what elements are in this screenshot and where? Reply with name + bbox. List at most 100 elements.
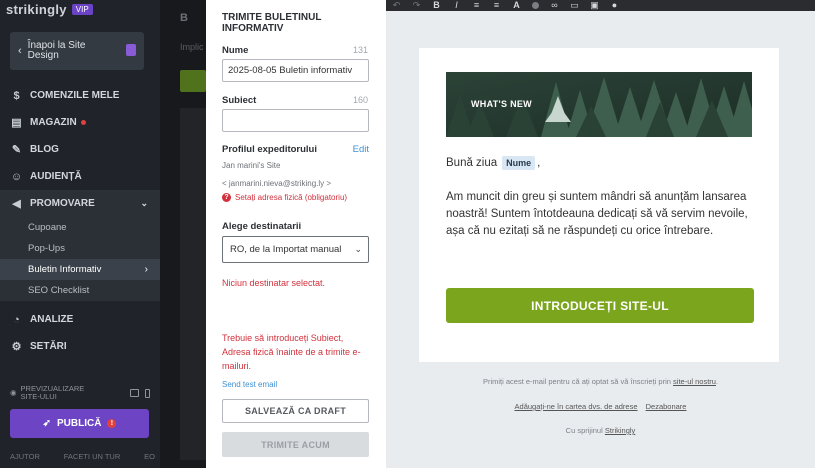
sidebar-item-label: ANALIZE: [30, 314, 74, 325]
color-picker-icon[interactable]: [532, 2, 539, 9]
footer-reason-text: Primiți acest e-mail pentru că ați optat…: [482, 377, 671, 386]
sidebar-item-magazin[interactable]: ▤ MAGAZIN: [0, 109, 160, 136]
sidebar-item-blog[interactable]: ✎ BLOG: [0, 136, 160, 163]
sidebar-item-audienta[interactable]: ☺ AUDIENȚĂ: [0, 163, 160, 190]
desktop-icon[interactable]: [130, 388, 139, 397]
editor-toolbar: ↶ ↷ B I ≡ ≡ A ∞ ▭ ▣ ●: [386, 0, 815, 11]
recipients-select[interactable]: RO, de la Importat manual ⌄: [222, 236, 369, 263]
italic-icon[interactable]: I: [452, 1, 461, 10]
backdrop-button: [180, 70, 206, 92]
chevron-down-icon: ⌄: [140, 198, 148, 208]
redo-icon[interactable]: ↷: [412, 1, 421, 10]
address-warning-text: Setați adresa fizică (obligatoriu): [235, 193, 348, 202]
sender-name: Jan marini's Site: [222, 161, 281, 170]
back-button-label: Înapoi la Site Design: [27, 40, 86, 61]
people-icon: ☺: [10, 170, 23, 183]
send-now-button[interactable]: TRIMITE ACUM: [222, 432, 369, 457]
sidebar: strikingly VIP ‹ Înapoi la Site Design $…: [0, 0, 160, 468]
button-icon[interactable]: ▭: [570, 1, 579, 10]
pen-icon: ✎: [11, 144, 22, 156]
notification-dot: [80, 120, 86, 125]
sidebar-subitem-buletin-informativ[interactable]: Buletin Informativ ›: [0, 259, 160, 280]
newsletter-send-panel: TRIMITE BULETINUL INFORMATIV Nume 131 Su…: [206, 0, 386, 468]
sidebar-item-analize[interactable]: ◔ ANALIZE: [0, 306, 160, 333]
backdrop-subtitle: Implic: [180, 42, 204, 52]
panel-title: TRIMITE BULETINUL INFORMATIV: [222, 12, 322, 34]
sender-profile-label: Profilul expeditorului: [222, 144, 318, 155]
hero-text: WHAT'S NEW: [471, 99, 532, 109]
sidebar-subitem-seo-checklist[interactable]: SEO Checklist: [0, 280, 160, 301]
unsubscribe-link[interactable]: Dezabonare: [646, 402, 687, 411]
vip-badge: VIP: [71, 3, 93, 15]
powered-by: Cu sprijinul Strikingly: [386, 426, 815, 435]
sidebar-item-setari[interactable]: ⚙ SETĂRI: [0, 333, 160, 360]
strikingly-logo: strikingly: [6, 1, 67, 17]
sidebar-subitem-label: Buletin Informativ: [28, 264, 102, 275]
help-link[interactable]: AJUTOR: [10, 452, 40, 461]
hero-image[interactable]: WHAT'S NEW: [446, 72, 752, 137]
sidebar-subitem-cupoane[interactable]: Cupoane: [0, 217, 160, 238]
greeting-line[interactable]: Bună ziua Nume ,: [446, 156, 540, 170]
chevron-left-icon: ‹: [18, 45, 22, 57]
name-input[interactable]: [222, 59, 369, 82]
undo-icon[interactable]: ↶: [392, 1, 401, 10]
edit-sender-link[interactable]: Edit: [353, 144, 369, 155]
back-to-site-design-button[interactable]: ‹ Înapoi la Site Design: [10, 32, 144, 70]
sidebar-item-comenzile-mele[interactable]: $ COMENZILE MELE: [0, 82, 160, 109]
megaphone-icon: ◀: [12, 198, 21, 210]
sidebar-item-promovare[interactable]: ◀ PROMOVARE ⌄: [0, 190, 160, 217]
backdrop-title: B: [180, 12, 188, 24]
store-icon: ▤: [11, 117, 22, 129]
align-center-icon[interactable]: ≡: [472, 1, 481, 10]
sender-email: < janmarini.nieva@striking.ly >: [222, 179, 332, 188]
add-to-address-book-link[interactable]: Adăugați-ne în cartea dvs. de adrese: [515, 402, 638, 411]
name-label: Nume: [222, 45, 249, 56]
dollar-icon: $: [13, 89, 20, 102]
powered-by-text: Cu sprijinul: [565, 426, 603, 435]
font-icon[interactable]: A: [512, 1, 521, 10]
subject-input[interactable]: [222, 109, 369, 132]
sidebar-item-label: COMENZILE MELE: [30, 90, 120, 101]
device-toggle[interactable]: [130, 388, 150, 398]
chevron-down-icon: ⌄: [354, 244, 362, 254]
chart-icon: ◔: [13, 313, 20, 326]
sidebar-item-label: BLOG: [30, 144, 59, 155]
sidebar-subitem-popups[interactable]: Pop-Ups: [0, 238, 160, 259]
footer-reason-end: .: [715, 377, 719, 386]
save-draft-button[interactable]: SALVEAZĂ CA DRAFT: [222, 399, 369, 423]
sidebar-item-label: SETĂRI: [30, 341, 67, 352]
strikingly-link[interactable]: Strikingly: [605, 426, 635, 435]
address-warning[interactable]: ? Setați adresa fizică (obligatoriu): [222, 193, 347, 202]
our-site-link[interactable]: site-ul nostru: [673, 377, 716, 386]
align-right-icon[interactable]: ≡: [492, 1, 501, 10]
preview-site-row[interactable]: ◉ PREVIZUALIZARE SITE-ULUI: [10, 385, 150, 401]
sidebar-item-label: PROMOVARE: [30, 198, 95, 209]
sidebar-item-label: AUDIENȚĂ: [30, 171, 82, 182]
sidebar-nav: $ COMENZILE MELE ▤ MAGAZIN ✎ BLOG ☺ AUDI…: [0, 82, 160, 360]
greeting-suffix: ,: [537, 157, 541, 169]
enter-site-button[interactable]: INTRODUCEȚI SITE-UL: [446, 288, 754, 323]
email-body-text[interactable]: Am muncit din greu și suntem mândri să a…: [446, 189, 756, 240]
rocket-icon: ➶: [42, 418, 51, 429]
backdrop-card: [180, 108, 206, 460]
person-icon[interactable]: ●: [610, 1, 619, 10]
chevron-right-icon: ›: [144, 264, 148, 275]
send-test-email-link[interactable]: Send test email: [222, 380, 277, 389]
email-preview: ↶ ↷ B I ≡ ≡ A ∞ ▭ ▣ ● WHAT'S NEW Bună zi…: [386, 0, 815, 468]
name-char-count: 131: [352, 45, 368, 55]
language-link[interactable]: EO: [144, 452, 155, 461]
greeting-text: Bună ziua: [446, 157, 498, 169]
mobile-icon[interactable]: [145, 388, 150, 398]
sidebar-footer: AJUTOR FACETI UN TUR EO: [10, 452, 155, 461]
bold-icon[interactable]: B: [432, 1, 441, 10]
image-icon[interactable]: ▣: [590, 1, 599, 10]
email-footer-links: Adăugați-ne în cartea dvs. de adrese Dez…: [386, 402, 815, 411]
publish-button[interactable]: ➶ PUBLICĂ !: [10, 409, 149, 438]
link-icon[interactable]: ∞: [550, 1, 559, 10]
email-footer-reason: Primiți acest e-mail pentru că ați optat…: [386, 377, 815, 386]
recipients-selected-value: RO, de la Importat manual: [230, 244, 342, 255]
gear-icon: ⚙: [11, 341, 22, 353]
name-merge-tag: Nume: [502, 156, 536, 170]
tour-link[interactable]: FACETI UN TUR: [64, 452, 121, 461]
publish-label: PUBLICĂ: [56, 418, 102, 429]
